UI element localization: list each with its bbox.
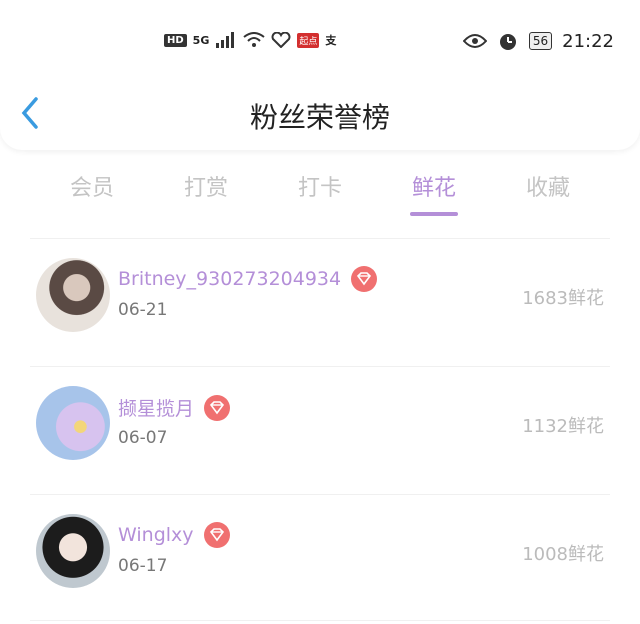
- status-bar: HD 5G 起点 支 56 21:22: [0, 30, 640, 60]
- tab-bar: 会员 打赏 打卡 鲜花 收藏: [0, 170, 640, 220]
- record-date: 06-07: [118, 428, 168, 448]
- diamond-badge-icon: [351, 266, 378, 292]
- tab-tips[interactable]: 打赏: [156, 170, 256, 202]
- status-right: 56 21:22: [462, 30, 614, 52]
- divider: [30, 238, 610, 239]
- heart-app-icon: [271, 32, 291, 48]
- record-date: 06-21: [118, 300, 168, 320]
- battery-icon: 56: [528, 32, 553, 50]
- active-tab-indicator: [410, 212, 458, 216]
- network-5g-icon: 5G: [192, 33, 210, 47]
- divider: [30, 494, 610, 495]
- alarm-icon: [499, 34, 516, 50]
- user-name-row: Britney_930273204934: [118, 266, 378, 292]
- wifi-icon: [243, 32, 265, 47]
- list-item[interactable]: Winglxy 06-17 1008鲜花: [0, 496, 640, 624]
- user-name-row: 撷星揽月: [118, 394, 231, 421]
- alipay-icon: 支: [325, 34, 337, 47]
- tab-favorites[interactable]: 收藏: [498, 170, 598, 202]
- signal-icon: [216, 32, 235, 48]
- list-item[interactable]: Britney_930273204934 06-21 1683鲜花: [0, 240, 640, 368]
- qidian-app-icon: 起点: [297, 32, 320, 48]
- status-left: HD 5G 起点 支: [164, 32, 336, 48]
- flower-count: 1683鲜花: [522, 288, 604, 309]
- avatar[interactable]: [36, 258, 110, 332]
- record-date: 06-17: [118, 556, 168, 576]
- clock-time: 21:22: [562, 30, 614, 52]
- tab-flowers[interactable]: 鲜花: [384, 170, 484, 202]
- user-name[interactable]: Winglxy: [118, 524, 194, 546]
- flower-count: 1132鲜花: [522, 416, 604, 437]
- flower-count: 1008鲜花: [522, 544, 604, 565]
- divider: [30, 620, 610, 621]
- tab-checkin[interactable]: 打卡: [270, 170, 370, 202]
- list-item[interactable]: 撷星揽月 06-07 1132鲜花: [0, 368, 640, 496]
- user-name-row: Winglxy: [118, 522, 230, 548]
- avatar[interactable]: [36, 514, 110, 588]
- user-name[interactable]: 撷星揽月: [118, 394, 194, 421]
- app-header: HD 5G 起点 支 56 21:22 粉丝荣誉榜: [0, 0, 640, 150]
- eye-icon: [462, 34, 487, 48]
- user-name[interactable]: Britney_930273204934: [118, 268, 341, 290]
- page-title: 粉丝荣誉榜: [249, 101, 390, 134]
- tab-members[interactable]: 会员: [42, 170, 142, 202]
- divider: [30, 366, 610, 367]
- diamond-badge-icon: [204, 394, 231, 421]
- diamond-badge-icon: [203, 522, 230, 548]
- avatar[interactable]: [36, 386, 110, 460]
- hd-icon: HD: [164, 33, 187, 47]
